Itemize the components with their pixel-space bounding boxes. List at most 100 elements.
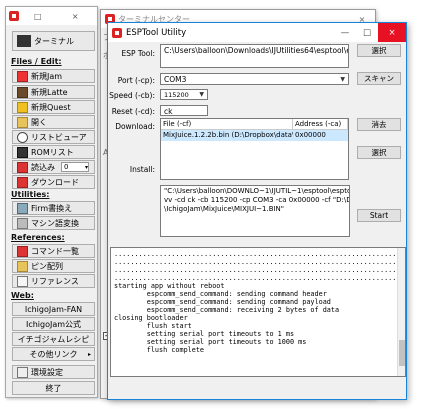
chevron-down-icon: ▼ [199,91,204,98]
esp-tool-label: ESP Tool: [121,49,155,58]
file-column-header[interactable]: File (-cf) [161,119,293,129]
pin-layout-label: ピン配列 [31,261,63,271]
app-logo-icon [9,11,19,21]
download-table-header: File (-cf) Address (-ca) [161,119,348,130]
section-utilities: Utilities: [11,190,50,199]
command-list-button[interactable]: コマンド一覧 [12,244,95,258]
launcher-palette: □ × ターミナル Files / Edit: 新規Jam 新規Latte 新規… [5,6,98,398]
speed-label: Speed (-cb): [109,91,155,100]
log-scrollbar[interactable] [397,248,405,376]
quest-icon [17,101,28,113]
chevron-right-icon: ▸ [87,350,91,358]
address-column-header[interactable]: Address (-ca) [293,119,348,129]
chevron-down-icon: ▼ [340,75,345,83]
log-output: ........................................… [110,247,406,377]
list-viewer-button[interactable]: リストビューア [12,130,95,144]
gear-icon [17,366,28,378]
pin-layout-button[interactable]: ピン配列 [12,259,95,273]
open-button[interactable]: 開く [12,115,95,129]
esptool-titlebar: ESPTool Utility — □ × [108,23,406,42]
terminal-button[interactable]: ターミナル [12,31,95,51]
command-list-label: コマンド一覧 [31,246,79,256]
convert-icon [17,217,28,229]
magnifier-icon [17,131,28,143]
load-slot-value: 0 [64,163,69,171]
speed-value: 115200 [164,90,189,99]
maximize-button[interactable]: □ [356,23,378,42]
latte-icon [17,86,28,98]
new-jam-button[interactable]: 新規Jam [12,69,95,83]
select-tool-button[interactable]: 選択 [357,44,401,57]
other-links-button[interactable]: その他リンク ▸ [12,347,95,361]
terminal-icon [17,35,31,47]
load-button[interactable]: 読込み 0 ▾ [12,160,95,174]
maximize-button[interactable]: □ [19,12,57,21]
section-web: Web: [11,291,34,300]
load-slot-select[interactable]: 0 ▾ [61,162,89,172]
web-ichigojam-fan-button[interactable]: IchigoJam-FAN [12,302,95,316]
install-command-line: \IchigoJam\MixJuice\MIXJUI~1.BIN" [164,205,285,213]
log-line: ........................................… [114,250,406,258]
close-button[interactable]: × [57,12,95,21]
chevron-down-icon: ▾ [84,163,88,171]
web-recipe-button[interactable]: イチゴジャムレシピ [12,332,95,346]
reference-button[interactable]: リファレンス [12,274,95,288]
log-line: espcomm_send_command: sending command pa… [114,298,331,306]
firmware-icon [17,202,28,214]
log-line: flush complete [114,346,205,354]
section-files-edit: Files / Edit: [11,57,62,66]
log-line: closing bootloader [114,314,188,322]
settings-label: 環境設定 [31,367,63,377]
close-button[interactable]: × [378,23,406,42]
load-icon [17,161,28,173]
launcher-titlebar: □ × [6,7,97,25]
log-line: espcomm_send_command: receiving 2 bytes … [114,306,340,314]
new-latte-button[interactable]: 新規Latte [12,85,95,99]
new-quest-label: 新規Quest [31,102,71,112]
esp-tool-path-field[interactable]: C:\Users\balloon\Downloads\IJUtilities64… [160,44,349,68]
install-command-line: "C:\Users\balloon\DOWNLO~1\IJUTIL~1\espt… [164,187,350,195]
log-line: setting serial port timeouts to 1 ms [114,330,295,338]
rom-list-label: ROMリスト [31,147,74,157]
list-viewer-label: リストビューア [31,132,87,142]
chip-icon [17,146,28,158]
table-row[interactable]: MixJuice.1.2.2b.bin (D:\Dropbox\data\Ich… [161,130,348,141]
esptool-title: ESPTool Utility [126,27,187,38]
web-ichigojam-official-button[interactable]: IchigoJam公式 [12,317,95,331]
new-jam-label: 新規Jam [31,71,63,81]
log-line: setting serial port timeouts to 1000 ms [114,338,307,346]
download-button[interactable]: ダウンロード [12,175,95,189]
machine-code-button[interactable]: マシン語変換 [12,216,95,230]
settings-button[interactable]: 環境設定 [12,365,95,379]
port-label: Port (-cp): [117,76,155,85]
command-list-icon [17,245,28,257]
port-select[interactable]: COM3 ▼ [160,73,349,85]
reset-field[interactable]: ck [160,105,208,116]
rom-list-button[interactable]: ROMリスト [12,145,95,159]
log-line: starting app without reboot [114,282,225,290]
start-button[interactable]: Start [357,209,401,222]
exit-button[interactable]: 終了 [12,381,95,395]
speed-select[interactable]: 115200 ▼ [160,89,208,100]
log-line: ........................................… [114,258,406,266]
remove-button[interactable]: 消去 [357,118,401,131]
terminal-button-label: ターミナル [34,36,74,46]
new-quest-button[interactable]: 新規Quest [12,100,95,114]
install-command-field[interactable]: "C:\Users\balloon\DOWNLO~1\IJUTIL~1\espt… [160,185,350,237]
section-references: References: [11,233,65,242]
ichigojam-icon [17,70,28,82]
port-value: COM3 [164,74,187,84]
minimize-button[interactable]: — [334,23,356,42]
log-line: ........................................… [114,266,406,274]
document-icon [17,275,28,287]
firm-rewrite-button[interactable]: Firm書換え [12,201,95,215]
other-links-label: その他リンク [29,349,78,359]
reset-label: Reset (-cd): [111,107,155,116]
select-file-button[interactable]: 選択 [357,146,401,159]
scan-button[interactable]: スキャン [357,72,401,85]
pin-icon [17,260,28,272]
open-label: 開く [31,117,47,127]
new-latte-label: 新規Latte [31,87,68,97]
log-scrollbar-thumb[interactable] [399,340,405,366]
download-label: Download: [115,122,155,131]
